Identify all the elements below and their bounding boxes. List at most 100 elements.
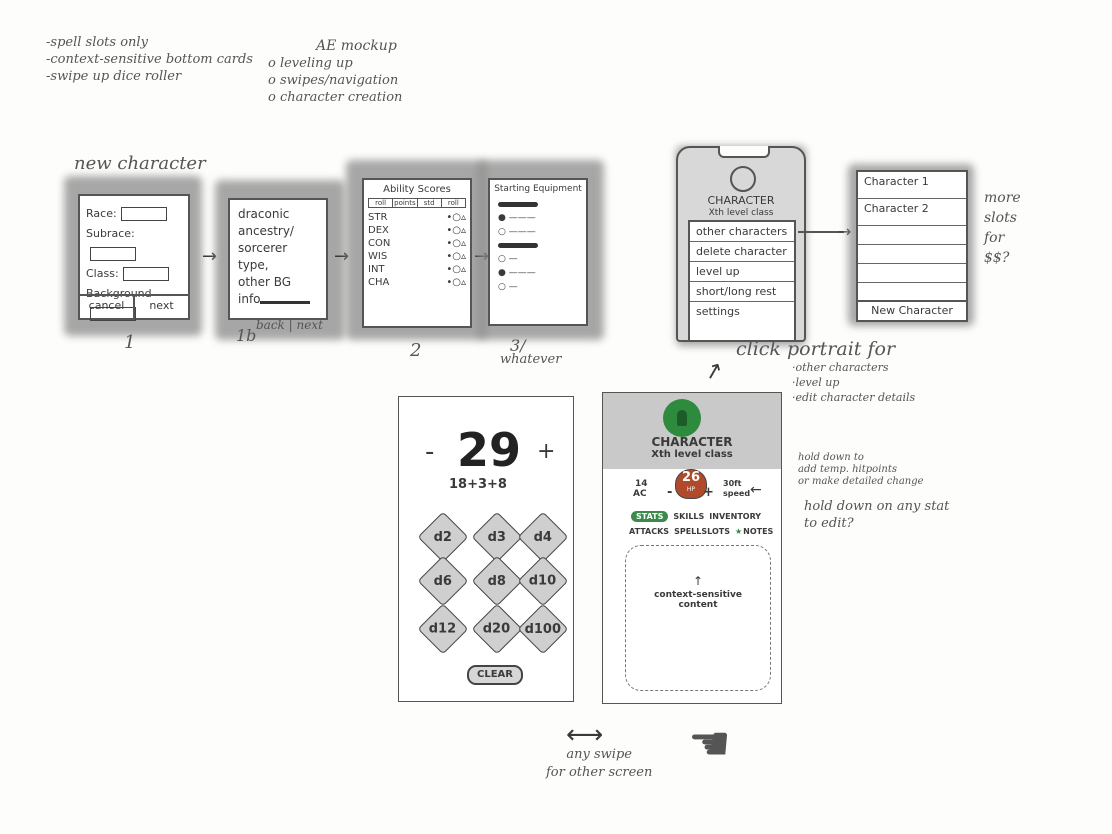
stat-controls[interactable]: •○▵ xyxy=(446,225,466,236)
content-arrow-icon: ↑ xyxy=(692,574,704,588)
click-portrait-item: ·other characters xyxy=(792,361,889,374)
click-portrait-item: ·level up xyxy=(792,376,840,389)
race-field[interactable] xyxy=(120,207,167,221)
d100-button[interactable]: d100 xyxy=(517,603,569,655)
back-next-caption: back | next xyxy=(256,318,323,332)
bg-line: sorcerer type, xyxy=(238,241,288,272)
ability-tab[interactable]: std xyxy=(418,199,442,207)
race-label: Race: xyxy=(86,207,117,220)
stat-controls[interactable]: •○▵ xyxy=(446,277,466,288)
ae-mockup-title: AE mockup xyxy=(316,38,397,54)
hp-label: HP xyxy=(686,486,696,493)
note-line: -spell slots only xyxy=(46,35,148,50)
ability-scores-title: Ability Scores xyxy=(383,184,451,195)
character-list-item[interactable] xyxy=(858,245,966,264)
d6-button[interactable]: d6 xyxy=(417,555,469,607)
speed-label: speed xyxy=(723,489,751,498)
tab-inventory[interactable]: INVENTORY xyxy=(709,512,761,521)
ae-mockup-notes: AE mockup o leveling up o swipes/navigat… xyxy=(268,38,402,106)
tab-notes[interactable]: NOTES xyxy=(743,527,773,536)
stat-row: WIS •○▵ xyxy=(364,250,470,263)
step-number-1b: 1b xyxy=(236,326,257,345)
d20-button[interactable]: d20 xyxy=(471,603,523,655)
starting-equipment-title: Starting Equipment xyxy=(494,184,582,194)
d10-button[interactable]: d10 xyxy=(517,555,569,607)
annotation-line: hold down to xyxy=(798,452,864,463)
ability-tab[interactable]: roll xyxy=(442,199,465,207)
subrace-field[interactable] xyxy=(90,247,136,261)
tab-attacks[interactable]: ATTACKS xyxy=(629,527,669,536)
bg-line: info xyxy=(238,292,261,306)
d4-button[interactable]: d4 xyxy=(517,511,569,563)
swipe-hand-icon: ☚ xyxy=(688,716,732,772)
menu-item-settings[interactable]: settings xyxy=(690,302,794,321)
new-char-screen-1b: draconic ancestry/ sorcerer type, other … xyxy=(228,198,328,320)
ability-tab[interactable]: roll xyxy=(369,199,394,207)
d12-button[interactable]: d12 xyxy=(417,603,469,655)
tab-stats[interactable]: STATS xyxy=(631,511,669,522)
whatever-caption: whatever xyxy=(500,352,562,367)
stat-controls[interactable]: •○▵ xyxy=(446,238,466,249)
stat-row: CON •○▵ xyxy=(364,237,470,250)
d2-button[interactable]: d2 xyxy=(417,511,469,563)
dice-formula: 18+3+8 xyxy=(449,477,507,492)
more-slots-line: slots xyxy=(984,210,1017,226)
annotation-line: add temp. hitpoints xyxy=(798,464,897,475)
main-character-name: CHARACTER xyxy=(651,435,733,449)
annotation-line: hold down on any stat xyxy=(804,499,950,514)
dice-minus-button[interactable]: - xyxy=(425,437,434,467)
menu-item-level-up[interactable]: level up xyxy=(690,262,794,282)
stat-controls[interactable]: •○▵ xyxy=(446,264,466,275)
notes-left: -spell slots only -context-sensitive bot… xyxy=(46,34,253,85)
hp-plus-button[interactable]: + xyxy=(703,485,714,500)
more-slots-line: $$? xyxy=(984,250,1010,266)
starting-equipment-screen: Starting Equipment ● ——— ○ ——— ○ — ● ——— ○ … xyxy=(488,178,588,326)
ae-item: o character creation xyxy=(268,90,403,105)
ac-value[interactable]: 14 xyxy=(635,479,648,489)
ability-scores-screen: Ability Scores roll points std roll STR •… xyxy=(362,178,472,328)
character-list-item[interactable]: Character 1 xyxy=(858,172,966,199)
menu-item-rest[interactable]: short/long rest xyxy=(690,282,794,302)
menu-item-other-characters[interactable]: other characters xyxy=(690,222,794,242)
character-list-item[interactable] xyxy=(858,264,966,283)
menu-character-name: CHARACTER xyxy=(707,194,775,207)
main-character-sub: Xth level class xyxy=(651,449,733,460)
stat-label: CON xyxy=(368,238,391,249)
main-character-phone: CHARACTER Xth level class 14 AC 26 HP - … xyxy=(602,392,782,704)
menu-item-delete-character[interactable]: delete character xyxy=(690,242,794,262)
cancel-button[interactable]: cancel xyxy=(80,296,135,318)
speed-value[interactable]: 30ft xyxy=(723,479,741,488)
class-field[interactable] xyxy=(122,267,169,281)
dice-plus-button[interactable]: + xyxy=(537,439,555,464)
more-slots-line: for xyxy=(984,230,1005,246)
d8-button[interactable]: d8 xyxy=(471,555,523,607)
next-button[interactable]: next xyxy=(135,296,188,318)
context-content-label: context-sensitive content xyxy=(654,590,742,610)
stat-controls[interactable]: •○▵ xyxy=(446,212,466,223)
ability-tab[interactable]: points xyxy=(393,199,418,207)
stat-controls[interactable]: •○▵ xyxy=(446,251,466,262)
die-label: d12 xyxy=(429,621,457,637)
stat-row: DEX •○▵ xyxy=(364,224,470,237)
portrait-avatar[interactable] xyxy=(663,399,701,437)
character-dropdown-menu: other characters delete character level … xyxy=(688,220,796,342)
d3-button[interactable]: d3 xyxy=(471,511,523,563)
stat-row: CHA •○▵ xyxy=(364,276,470,289)
clear-button[interactable]: CLEAR xyxy=(467,665,523,685)
character-list-item[interactable]: Character 2 xyxy=(858,199,966,226)
class-row: Class: xyxy=(86,264,182,284)
new-character-button[interactable]: New Character xyxy=(858,300,966,320)
equipment-options[interactable]: ● ——— ○ ——— ○ — ● ——— ○ — xyxy=(490,194,586,298)
tab-spellslots[interactable]: SPELLSLOTS xyxy=(674,527,730,536)
click-portrait-title: click portrait for xyxy=(736,338,896,360)
more-slots-line: more xyxy=(984,190,1021,206)
ac-label: AC xyxy=(633,489,647,499)
tab-skills[interactable]: SKILLS xyxy=(673,512,704,521)
tabs-row-2: ATTACKS SPELLSLOTS ★ NOTES xyxy=(629,527,773,536)
character-list-item[interactable] xyxy=(858,226,966,245)
step-number-1: 1 xyxy=(124,332,136,353)
star-icon: ★ xyxy=(734,527,743,536)
portrait-icon[interactable] xyxy=(730,166,756,192)
hp-minus-button[interactable]: - xyxy=(667,485,672,500)
stat-label: WIS xyxy=(368,251,388,262)
